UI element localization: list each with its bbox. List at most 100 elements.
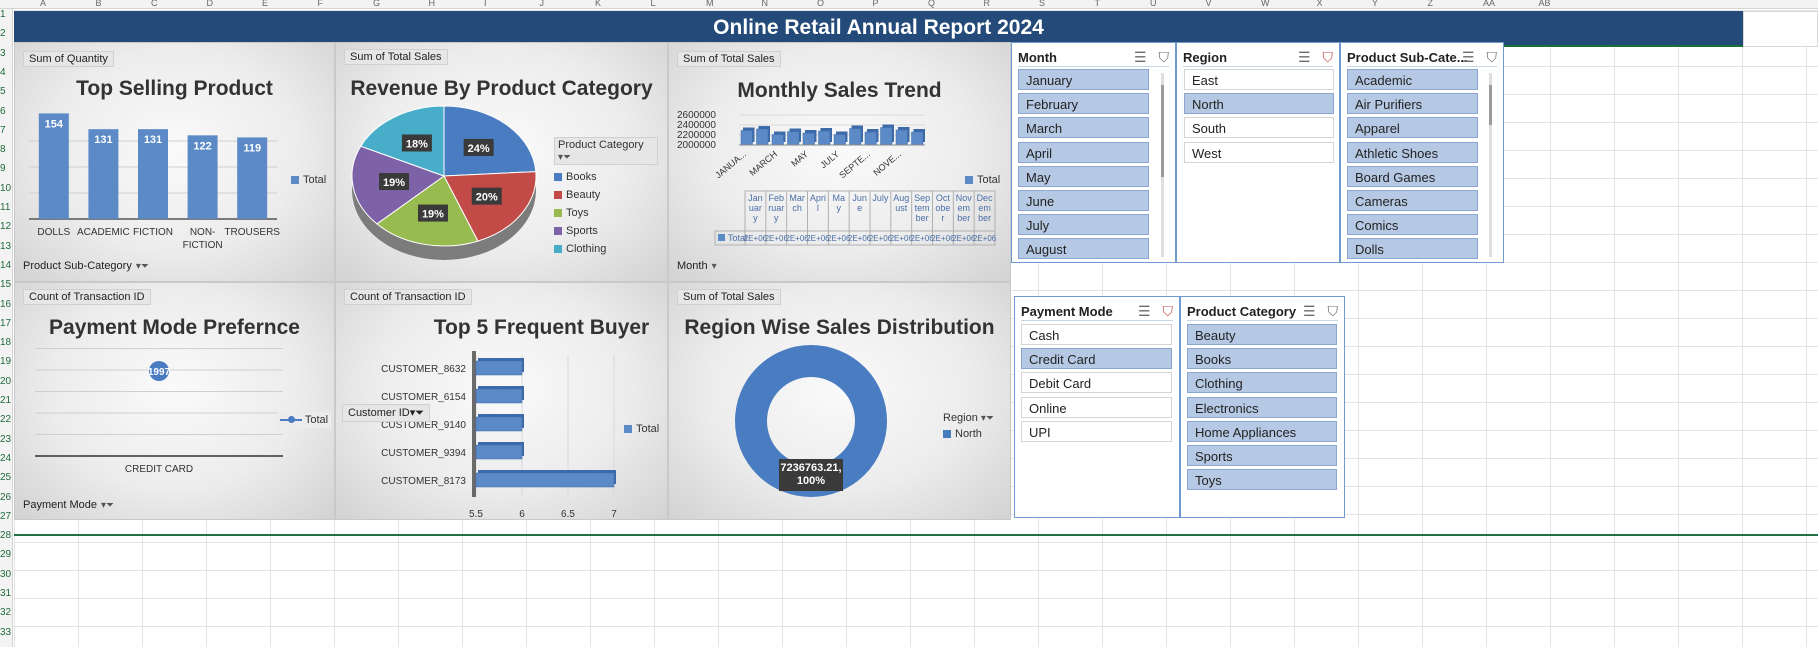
slicer-item[interactable]: West [1184, 141, 1334, 163]
slicer-item[interactable]: Cash [1021, 324, 1172, 345]
slicer-item[interactable]: Online [1021, 396, 1172, 418]
scrollbar-thumb[interactable] [1489, 85, 1492, 125]
slicer-item[interactable]: Books [1187, 348, 1337, 370]
legend-item: Sports [554, 225, 658, 237]
slicer-item[interactable]: January [1018, 69, 1149, 90]
slicer-payment-mode[interactable]: Payment Mode ☰ ⛉ Cash Credit Card Debit Car… [1014, 296, 1180, 518]
y-tick-label: 2000000 [677, 140, 716, 151]
row-header: 10 [0, 182, 12, 194]
line-chart-plot: 1997 CREDIT CARD [35, 348, 283, 475]
clear-filter-icon[interactable]: ⛉ [1163, 303, 1174, 319]
data-table-header: July [872, 193, 889, 203]
legend-title-button[interactable]: Region ▾⏷ [943, 412, 994, 424]
column-header: G [373, 0, 381, 8]
tick-label: ACADEMIC [77, 227, 130, 238]
multi-select-icon[interactable]: ☰ [1298, 49, 1311, 65]
filter-label: Month [677, 260, 708, 272]
data-table-header: tem [915, 203, 930, 213]
bar-chart-plot: 5.5 6 6.5 7 CUSTOMER_8632 CUSTOMER_6154 CUSTOM… [381, 351, 617, 519]
slicer-item[interactable]: Clothing [1187, 372, 1337, 394]
slicer-item[interactable]: Electronics [1187, 396, 1337, 418]
data-table-header: y [753, 213, 758, 223]
filter-button-product-sub-category[interactable]: Product Sub-Category ▾⏷ [23, 260, 149, 272]
chart-revenue-by-category[interactable]: Sum of Total Sales Revenue By Product Ca… [335, 42, 668, 282]
slicer-item[interactable]: Cameras [1347, 190, 1478, 211]
data-table-header: r [941, 213, 944, 223]
slicer-item[interactable]: Home Appliances [1187, 420, 1337, 442]
multi-select-icon[interactable]: ☰ [1134, 49, 1147, 65]
slicer-item[interactable]: February [1018, 93, 1149, 115]
clear-filter-icon[interactable]: ⛉ [1323, 49, 1334, 65]
data-table-header: l [817, 203, 819, 213]
slicer-item[interactable]: April [1018, 141, 1149, 163]
multi-select-icon[interactable]: ☰ [1138, 303, 1151, 319]
filter-button-payment-mode[interactable]: Payment Mode ▾⏷ [23, 499, 114, 511]
column-header: Z [1427, 0, 1434, 8]
chart-legend: Region ▾⏷ North [943, 412, 994, 440]
legend-swatch [554, 209, 562, 218]
bar [787, 131, 800, 146]
slicer-product-sub-category[interactable]: Product Sub-Cate... ☰ ⛉ Academic Air Purif… [1340, 42, 1504, 263]
clear-filter-icon[interactable]: ⛉ [1159, 49, 1170, 65]
slicer-item[interactable]: Athletic Shoes [1347, 141, 1478, 163]
filter-button-month[interactable]: Month ▾ [677, 260, 717, 272]
chart-payment-mode-preference[interactable]: Count of Transaction ID Payment Mode Pre… [14, 282, 335, 520]
filter-button-customer-id[interactable]: Customer ID▾⏷ [342, 404, 431, 422]
slicer-item[interactable]: Dolls [1347, 238, 1478, 260]
column-header: L [650, 0, 656, 8]
row-header: 19 [0, 356, 12, 368]
data-table-header: Jan [748, 193, 763, 203]
data-table-header: Oct [936, 193, 951, 203]
slicer-region[interactable]: Region ☰ ⛉ East North South West [1176, 42, 1340, 263]
legend-label: Clothing [566, 243, 607, 255]
slicer-item[interactable]: Credit Card [1021, 348, 1172, 370]
column-header: K [595, 0, 602, 8]
slicer-month[interactable]: Month ☰ ⛉ January February March April May Jun… [1011, 42, 1176, 263]
slicer-item[interactable]: North [1184, 93, 1334, 115]
column-header: N [761, 0, 769, 8]
slicer-item[interactable]: Sports [1187, 445, 1337, 466]
slicer-item[interactable]: July [1018, 214, 1149, 236]
column-header: AA [1483, 0, 1496, 8]
chart-region-wise-distribution[interactable]: Sum of Total Sales Region Wise Sales Dis… [668, 282, 1011, 520]
row-header: 14 [0, 259, 12, 271]
empty-cell[interactable] [1743, 11, 1818, 47]
slicer-title: Product Category [1187, 304, 1297, 319]
legend-item: Beauty [554, 189, 658, 201]
slicer-item[interactable]: Beauty [1187, 324, 1337, 345]
slicer-item[interactable]: March [1018, 117, 1149, 139]
chart-monthly-sales-trend[interactable]: Sum of Total Sales Monthly Sales Trend 2… [668, 42, 1011, 282]
slicer-item[interactable]: Board Games [1347, 165, 1478, 187]
slicer-product-category[interactable]: Product Category ☰ ⛉ Beauty Books Clothing E… [1180, 296, 1345, 518]
column-header: E [262, 0, 269, 8]
slicer-item[interactable]: South [1184, 117, 1334, 139]
slicer-item[interactable]: Debit Card [1021, 372, 1172, 394]
donut-data-label: 7236763.21, 100% [779, 459, 843, 491]
chart-top-selling-product[interactable]: Sum of Quantity Top Selling Product 154 D… [14, 42, 335, 282]
slicer-item[interactable]: August [1018, 238, 1149, 260]
slicer-item[interactable]: May [1018, 165, 1149, 187]
slicer-item[interactable]: Toys [1187, 469, 1337, 491]
y-tick-label: CUSTOMER_8173 [381, 476, 466, 487]
tick-label: FICTION [183, 240, 223, 251]
clear-filter-icon[interactable]: ⛉ [1487, 49, 1498, 65]
data-table-header: obe [935, 203, 950, 213]
slicer-item[interactable]: Apparel [1347, 117, 1478, 139]
slicer-item[interactable]: Academic [1347, 69, 1478, 90]
legend-label: Total [977, 174, 1001, 186]
legend-title-button[interactable]: Product Category ▾⏷ [554, 137, 658, 165]
slicer-item[interactable]: Comics [1347, 214, 1478, 236]
multi-select-icon[interactable]: ☰ [1303, 303, 1316, 319]
slicer-item[interactable]: UPI [1021, 420, 1172, 442]
column-header: P [872, 0, 879, 8]
clear-filter-icon[interactable]: ⛉ [1328, 303, 1339, 319]
multi-select-icon[interactable]: ☰ [1462, 49, 1475, 65]
bar [756, 128, 769, 146]
slicer-item[interactable]: June [1018, 190, 1149, 211]
slicer-item[interactable]: East [1184, 69, 1334, 90]
slicer-item[interactable]: Air Purifiers [1347, 93, 1478, 115]
data-table-header: y [837, 203, 842, 213]
tick-label: FICTION [133, 227, 173, 238]
scrollbar-thumb[interactable] [1161, 85, 1164, 177]
chart-top-5-frequent-buyer[interactable]: Count of Transaction ID Top 5 Frequent B… [335, 282, 668, 520]
